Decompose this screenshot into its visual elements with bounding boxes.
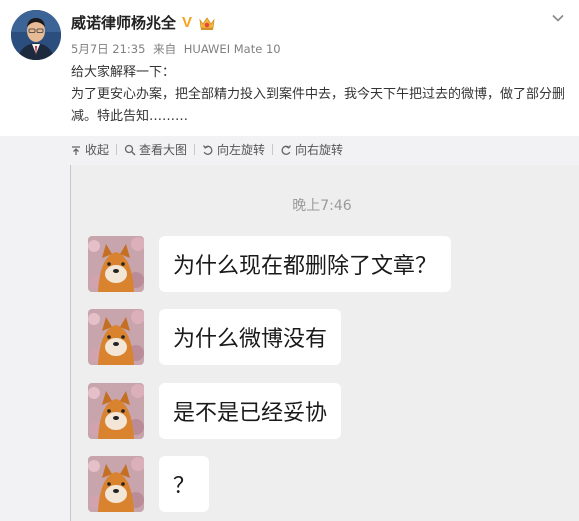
chat-timestamp: 晚上7:46 [292, 198, 352, 214]
attached-image-area: 晚上7:46 为什么现在都删除了文章？ 为什么微博没有 是不是已经妥协 ？ [0, 162, 579, 521]
divider [272, 144, 274, 155]
vip-crown-icon [198, 15, 216, 31]
sender-avatar [88, 236, 144, 292]
sender-avatar [88, 456, 144, 512]
source-prefix: 来自 [153, 42, 177, 56]
weibo-post: 威诺律师杨兆全 V 5月7日 21:35 来自 HUAWEI Mate 10 给… [0, 0, 579, 136]
chat-message: 为什么现在都删除了文章？ [88, 236, 452, 292]
post-author: 威诺律师杨兆全 V [71, 12, 216, 33]
chevron-down-icon[interactable] [551, 10, 565, 24]
rotate-left-icon [203, 144, 213, 155]
collapse-button[interactable]: 收起 [70, 141, 109, 158]
message-bubble: 是不是已经妥协 [159, 383, 342, 439]
rotate-left-label: 向左旋转 [217, 143, 266, 157]
arrow-up-icon [72, 145, 80, 155]
post-text-line: 为了更安心办案，把全部精力投入到案件中去，我今天下午把过去的微博，做了部分删减。… [71, 87, 566, 124]
view-large-label: 查看大图 [139, 143, 188, 157]
chat-message: ？ [88, 456, 210, 512]
rotate-right-label: 向右旋转 [295, 143, 344, 157]
post-date[interactable]: 5月7日 21:35 [71, 42, 145, 56]
divider [116, 144, 118, 155]
rotate-left-button[interactable]: 向左旋转 [202, 141, 265, 158]
verified-v-icon: V [182, 14, 193, 31]
username[interactable]: 威诺律师杨兆全 [71, 12, 176, 33]
image-toolbar: 收起 查看大图 向左旋转 向右旋转 [0, 136, 579, 162]
post-meta: 5月7日 21:35 来自 HUAWEI Mate 10 [71, 41, 285, 57]
post-body: 给大家解释一下： 为了更安心办案，把全部精力投入到案件中去，我今天下午把过去的微… [71, 62, 569, 128]
chat-message: 为什么微博没有 [88, 309, 342, 365]
divider [194, 144, 196, 155]
view-large-button[interactable]: 查看大图 [124, 141, 187, 158]
search-icon [124, 144, 136, 155]
collapse-label: 收起 [85, 143, 110, 157]
sender-avatar [88, 383, 144, 439]
message-bubble: 为什么现在都删除了文章？ [159, 236, 452, 292]
chat-screenshot[interactable]: 晚上7:46 为什么现在都删除了文章？ 为什么微博没有 是不是已经妥协 ？ [70, 165, 579, 521]
message-bubble: 为什么微博没有 [159, 309, 342, 365]
chat-message: 是不是已经妥协 [88, 383, 342, 439]
post-text-line: 给大家解释一下： [71, 65, 176, 80]
post-device: HUAWEI Mate 10 [183, 42, 281, 56]
avatar[interactable] [11, 10, 61, 60]
sender-avatar [88, 309, 144, 365]
rotate-right-icon [281, 144, 292, 155]
rotate-right-button[interactable]: 向右旋转 [280, 141, 343, 158]
message-bubble: ？ [159, 456, 210, 512]
